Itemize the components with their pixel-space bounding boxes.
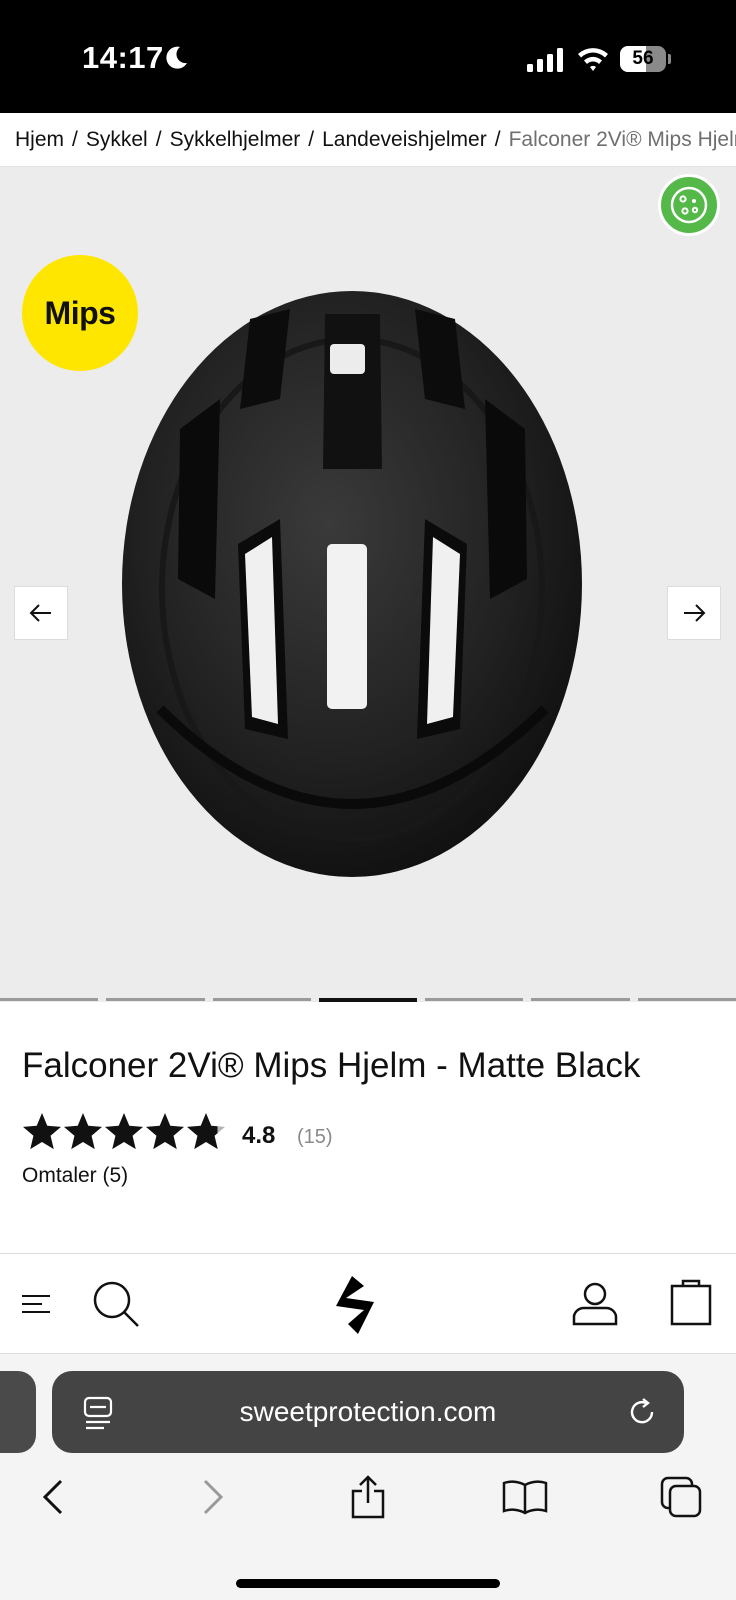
reload-icon[interactable]: [626, 1396, 658, 1428]
tabs-button[interactable]: [656, 1472, 706, 1522]
star-full-icon: [145, 1113, 185, 1150]
site-bottom-nav: [0, 1253, 736, 1354]
back-button[interactable]: [28, 1472, 78, 1522]
star-full-icon: [63, 1113, 103, 1150]
breadcrumb: Hjem / Sykkel / Sykkelhjelmer / Landeveishjelm…: [0, 113, 736, 167]
breadcrumb-current: Falconer 2Vi® Mips Hjelm - Matte Black: [508, 128, 736, 151]
arrow-right-icon: [684, 604, 706, 622]
star-full-icon: [104, 1113, 144, 1150]
forward-button[interactable]: [188, 1472, 238, 1522]
gallery-dot[interactable]: [0, 998, 99, 1001]
status-time: 14:17: [82, 40, 164, 75]
tabs-icon: [660, 1476, 702, 1518]
browser-chrome: sweetprotection.com: [0, 1354, 736, 1600]
gallery-dot[interactable]: [212, 998, 311, 1001]
gallery-prev-button[interactable]: [14, 586, 68, 640]
forward-icon: [203, 1479, 224, 1515]
search-icon[interactable]: [92, 1280, 140, 1328]
gallery-dot[interactable]: [637, 998, 736, 1001]
gallery-dot[interactable]: [531, 998, 630, 1001]
gallery-dot-active[interactable]: [318, 998, 418, 1002]
gallery-dot[interactable]: [425, 998, 524, 1001]
status-bar: 14:17 56: [0, 0, 736, 113]
product-title: Falconer 2Vi® Mips Hjelm - Matte Black: [22, 1046, 641, 1085]
url-text: sweetprotection.com: [239, 1396, 497, 1427]
menu-icon[interactable]: [22, 1294, 52, 1314]
cookie-icon: [670, 186, 708, 224]
previous-tab-preview[interactable]: [0, 1371, 36, 1453]
account-icon[interactable]: [572, 1282, 618, 1326]
breadcrumb-link-home[interactable]: Hjem: [15, 128, 64, 151]
mips-badge: Mips: [22, 255, 138, 371]
bookmarks-icon: [502, 1480, 548, 1515]
gallery-pagination: [0, 998, 736, 1002]
arrow-left-icon: [29, 604, 51, 622]
breadcrumb-separator: /: [308, 128, 315, 151]
breadcrumb-link-road-helmets[interactable]: Landeveishjelmer: [322, 128, 487, 151]
brand-logo-icon[interactable]: [330, 1276, 382, 1334]
cellular-signal-icon: [527, 48, 563, 72]
cart-icon[interactable]: [670, 1278, 712, 1326]
share-icon: [351, 1475, 385, 1519]
battery-indicator: 56: [620, 46, 671, 72]
moon-icon: [166, 46, 187, 69]
address-bar[interactable]: sweetprotection.com: [52, 1371, 684, 1453]
rating-count: (15): [297, 1126, 333, 1148]
reviews-link[interactable]: Omtaler (5): [22, 1164, 128, 1188]
breadcrumb-separator: /: [494, 128, 501, 151]
home-indicator: [236, 1579, 500, 1588]
star-full-icon: [22, 1113, 62, 1150]
gallery-dot[interactable]: [106, 998, 205, 1001]
battery-level: 56: [632, 48, 654, 69]
cookie-settings-button[interactable]: [658, 174, 720, 236]
star-partial-icon: [186, 1113, 226, 1150]
gallery-next-button[interactable]: [667, 586, 721, 640]
breadcrumb-link-bike[interactable]: Sykkel: [86, 128, 148, 151]
back-icon: [42, 1479, 63, 1515]
share-button[interactable]: [343, 1472, 393, 1522]
product-image-gallery[interactable]: Mips: [0, 167, 736, 1002]
bookmarks-button[interactable]: [500, 1472, 550, 1522]
rating-stars: [22, 1113, 226, 1150]
breadcrumb-separator: /: [72, 128, 78, 151]
rating-value: 4.8: [242, 1122, 276, 1149]
product-image-helmet: [122, 291, 582, 877]
breadcrumb-separator: /: [155, 128, 162, 151]
breadcrumb-link-bike-helmets[interactable]: Sykkelhjelmer: [170, 128, 301, 151]
wifi-icon: [578, 48, 608, 71]
